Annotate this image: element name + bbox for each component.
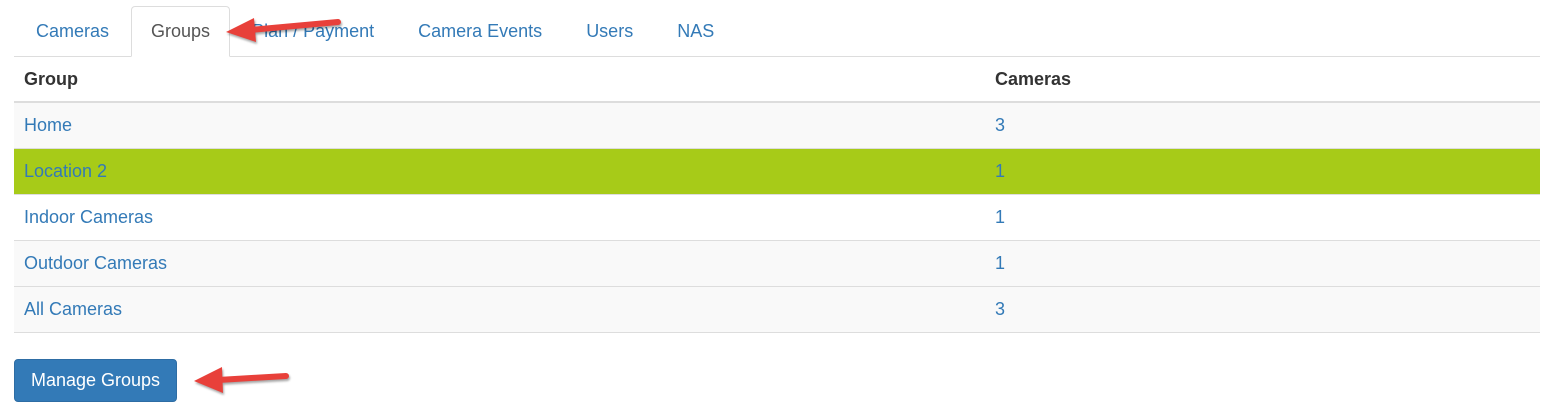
table-row: Outdoor Cameras 1 [14,239,1540,286]
group-name-link[interactable]: Indoor Cameras [14,193,985,240]
tab-camera-events[interactable]: Camera Events [396,6,564,57]
tab-nas[interactable]: NAS [655,6,736,57]
tab-cameras[interactable]: Cameras [14,6,131,57]
group-name-link[interactable]: Location 2 [14,147,985,194]
table-row: Indoor Cameras 1 [14,193,1540,240]
column-header-group: Group [14,57,985,103]
camera-count-link[interactable]: 3 [985,101,1540,148]
annotation-arrow-icon [194,367,289,393]
tab-groups[interactable]: Groups [131,6,231,57]
camera-count-link[interactable]: 1 [985,193,1540,240]
table-row: Home 3 [14,101,1540,148]
column-header-cameras: Cameras [985,57,1540,103]
table-header-row: Group Cameras [14,57,1540,103]
groups-table: Group Cameras Home 3 Location 2 1 Indoor… [14,57,1540,333]
group-name-link[interactable]: Home [14,101,985,148]
manage-groups-button[interactable]: Manage Groups [14,359,177,402]
table-row-selected: Location 2 1 [14,147,1540,194]
group-name-link[interactable]: Outdoor Cameras [14,239,985,286]
group-name-link[interactable]: All Cameras [14,285,985,333]
camera-count-link[interactable]: 1 [985,239,1540,286]
camera-count-link[interactable]: 1 [985,147,1540,194]
tab-users[interactable]: Users [564,6,655,57]
camera-count-link[interactable]: 3 [985,285,1540,333]
annotation-arrow-icon [226,18,341,42]
groups-page: Cameras Groups Plan / Payment Camera Eve… [0,0,1545,415]
table-row: All Cameras 3 [14,285,1540,333]
